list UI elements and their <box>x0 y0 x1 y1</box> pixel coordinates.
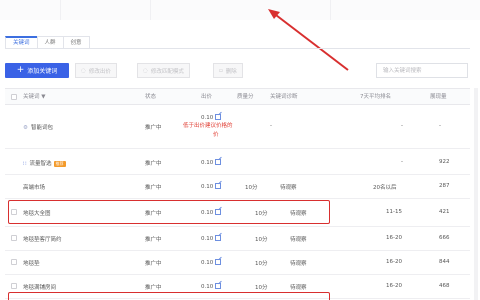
bid-cell: 0.10 <box>201 283 222 290</box>
keyword-search <box>376 63 468 78</box>
quality-cell: 10分 <box>255 211 268 217</box>
keyword-cell: ⚙ 智能词包 <box>23 125 53 131</box>
add-keyword-button[interactable]: + 添加关键词 <box>5 63 69 78</box>
bid-cell: 0.10 <box>201 259 222 266</box>
tabs-divider <box>5 48 470 49</box>
impressions-cell: 844 <box>439 259 450 265</box>
edit-bid-icon[interactable] <box>215 183 222 189</box>
edit-bid-icon[interactable] <box>215 283 222 289</box>
select-all-checkbox[interactable] <box>11 94 17 100</box>
edit-bid-icon[interactable] <box>215 235 222 241</box>
bid-cell: 0.10 <box>201 159 222 166</box>
toolbar: + 添加关键词 ◌ 修改出价 ◌ 修改匹配模式 ▫ 删除 <box>5 63 470 78</box>
edit-icon: ◌ <box>81 67 86 74</box>
header-diagnosis: 关键词诊断 <box>270 94 298 100</box>
table-header: 关键词 ▼ 状态 出价 质量分 关键词诊断 7天平均排名 展现量 <box>5 88 470 105</box>
keyword-table: 关键词 ▼ 状态 出价 质量分 关键词诊断 7天平均排名 展现量 ⚙ 智能词包 推… <box>5 88 470 299</box>
keyword-search-input[interactable] <box>377 64 467 77</box>
edit-bid-icon[interactable] <box>215 259 222 265</box>
bid-cell: 0.10 <box>201 235 222 242</box>
quality-cell: 10分 <box>255 261 268 267</box>
header-bid[interactable]: 出价 <box>201 89 212 105</box>
status-cell: 推广中 <box>145 185 162 191</box>
diagnosis-cell: 待观察 <box>290 285 307 291</box>
add-keyword-label: 添加关键词 <box>27 68 58 75</box>
bid-cell: 0.10 <box>201 183 222 190</box>
rank-cell: 16-20 <box>386 259 402 265</box>
edit-bid-label: 修改出价 <box>88 68 111 75</box>
table-row: 地毯大全图 推广中 0.10 10分 待观察 11-15 421 <box>5 199 470 227</box>
impressions-cell: 421 <box>439 209 450 215</box>
match-icon: ◌ <box>143 67 148 74</box>
header-quality[interactable]: 质量分 <box>237 89 254 105</box>
table-row: ⚙ 智能词包 推广中 0.10 低于出价建议价格的 价 - - - <box>5 105 470 149</box>
trash-icon: ▫ <box>219 67 223 74</box>
row-checkbox[interactable] <box>11 283 17 289</box>
keyword-cell: ∷ 流量智选 推荐 <box>23 161 66 167</box>
header-status: 状态 <box>145 94 157 100</box>
diagnosis-cell: 待观察 <box>290 237 307 243</box>
status-cell: 推广中 <box>145 125 162 131</box>
delete-button[interactable]: ▫ 删除 <box>213 63 243 78</box>
sparkle-icon: ∷ <box>23 161 27 167</box>
bid-warning-cont: 价 <box>213 132 219 138</box>
gear-icon: ⚙ <box>23 125 28 131</box>
vertical-scrollbar[interactable] <box>474 88 478 300</box>
status-cell: 推广中 <box>145 237 162 243</box>
table-row: ∷ 流量智选 推荐 推广中 0.10 - 922 <box>5 149 470 175</box>
impressions-cell: 468 <box>439 283 450 289</box>
diagnosis-cell: 待观察 <box>280 185 297 191</box>
rank-cell: 16-20 <box>386 283 402 289</box>
match-mode-button[interactable]: ◌ 修改匹配模式 <box>137 63 190 78</box>
row-checkbox[interactable] <box>11 235 17 241</box>
rank-cell: - <box>401 123 403 129</box>
edit-bid-icon[interactable] <box>215 209 222 215</box>
rank-cell: - <box>401 159 403 165</box>
quality-cell: 10分 <box>255 237 268 243</box>
rank-cell: 16-20 <box>386 235 402 241</box>
table-row: 地毯垫客厅简约 推广中 0.10 10分 待观察 16-20 666 <box>5 227 470 251</box>
plus-icon: + <box>16 65 25 75</box>
status-cell: 推广中 <box>145 161 162 167</box>
keyword-cell[interactable]: 地毯满铺房间 <box>23 283 56 291</box>
bid-cell: 0.10 <box>201 114 222 121</box>
header-rank[interactable]: 7天平均排名 <box>360 89 391 105</box>
bid-warning: 低于出价建议价格的 <box>183 123 233 129</box>
table-row: 地毯垫 推广中 0.10 10分 待观察 16-20 844 <box>5 251 470 275</box>
table-row: 高端市场 推广中 0.10 10分 待观察 20名以后 287 <box>5 175 470 199</box>
rank-cell: 20名以后 <box>373 185 397 191</box>
diagnosis-cell: 待观察 <box>290 211 307 217</box>
rank-cell: 11-15 <box>386 209 402 215</box>
diagnosis-cell: - <box>270 123 272 129</box>
status-cell: 推广中 <box>145 285 162 291</box>
keyword-cell[interactable]: 地毯大全图 <box>23 209 51 217</box>
match-mode-label: 修改匹配模式 <box>150 68 184 75</box>
edit-bid-icon[interactable] <box>215 159 222 165</box>
impressions-cell: 287 <box>439 183 450 189</box>
table-row: 地毯满铺房间 推广中 0.10 10分 待观察 16-20 468 <box>5 275 470 299</box>
edit-bid-icon[interactable] <box>215 114 222 120</box>
row-checkbox[interactable] <box>11 259 17 265</box>
quality-cell: 10分 <box>245 185 258 191</box>
status-cell: 推广中 <box>145 211 162 217</box>
keyword-cell[interactable]: 高端市场 <box>23 183 45 191</box>
impressions-cell: 922 <box>439 159 450 165</box>
keyword-cell[interactable]: 地毯垫 <box>23 259 40 267</box>
hot-tag: 推荐 <box>53 161 66 167</box>
header-keyword[interactable]: 关键词 ▼ <box>23 89 45 105</box>
impressions-cell: 666 <box>439 235 450 241</box>
diagnosis-cell: 待观察 <box>290 261 307 267</box>
edit-bid-button[interactable]: ◌ 修改出价 <box>75 63 117 78</box>
header-impressions[interactable]: 展现量 <box>430 89 447 105</box>
row-checkbox[interactable] <box>11 209 17 215</box>
status-cell: 推广中 <box>145 261 162 267</box>
bid-cell: 0.10 <box>201 209 222 216</box>
impressions-cell: - <box>439 123 441 129</box>
delete-label: 删除 <box>225 68 237 75</box>
quality-cell: 10分 <box>255 285 268 291</box>
keyword-cell[interactable]: 地毯垫客厅简约 <box>23 235 62 243</box>
